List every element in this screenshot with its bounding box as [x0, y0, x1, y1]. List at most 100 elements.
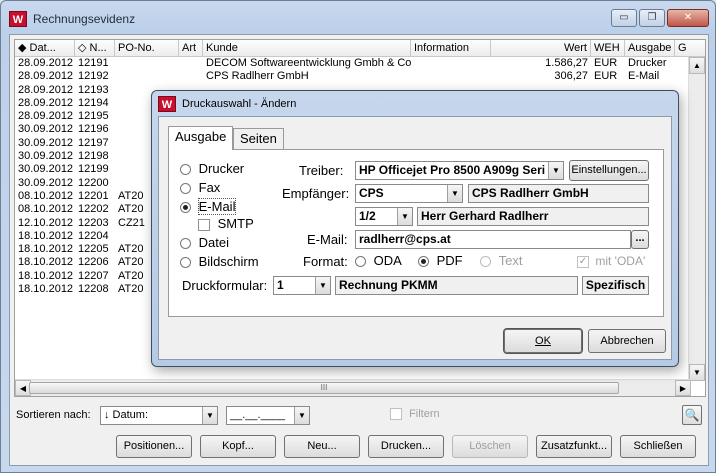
- table-row[interactable]: 28.09.2012 12192 CPS Radlherr GmbH 306,27 EU…: [15, 70, 691, 83]
- cell-kunde: DECOM Softwareentwicklung Gmbh & Co: [206, 57, 411, 69]
- cell-nr: 12195: [78, 110, 109, 123]
- filter-checkbox-group[interactable]: Filtern: [390, 408, 440, 421]
- radio-bildschirm[interactable]: Bildschirm: [180, 254, 259, 269]
- radio-email[interactable]: E-Mail: [180, 198, 237, 215]
- cell-datum: 30.09.2012: [18, 150, 74, 163]
- empfaenger-name: CPS Radlherr GmbH: [468, 184, 649, 203]
- column-header-ausgabe[interactable]: Ausgabe: [625, 40, 675, 57]
- chevron-down-icon: ▼: [397, 208, 412, 225]
- dialog-title: Druckauswahl - Ändern: [182, 98, 297, 110]
- format-text[interactable]: Text: [480, 253, 522, 268]
- column-header-art[interactable]: Art: [179, 40, 203, 57]
- cell-datum: 30.09.2012: [18, 123, 74, 136]
- filter-checkbox[interactable]: [390, 408, 402, 421]
- radio-datei-button[interactable]: [180, 238, 191, 250]
- ok-button[interactable]: OK: [503, 328, 583, 354]
- table-row[interactable]: 28.09.2012 12191 DECOM Softwareentwicklung…: [15, 57, 691, 70]
- empfaenger-code: CPS: [359, 186, 384, 200]
- smtp-checkbox-group[interactable]: SMTP: [198, 216, 254, 231]
- cell-datum: 18.10.2012: [18, 229, 74, 242]
- column-header-wert[interactable]: Wert: [491, 40, 591, 57]
- scroll-right-button[interactable]: ▶: [675, 380, 691, 396]
- horizontal-scrollbar[interactable]: ◀ III ▶: [15, 379, 691, 396]
- empfaenger-select[interactable]: CPS ▼: [355, 184, 463, 203]
- cell-po: [115, 57, 179, 70]
- column-header-datum[interactable]: ◆ Dat...: [15, 40, 75, 57]
- chevron-down-icon: ▼: [315, 277, 330, 294]
- cell-nr: 12208: [78, 283, 109, 296]
- format-pdf-radio[interactable]: [418, 256, 429, 268]
- date-filter-select[interactable]: __.__.____ ▼: [226, 406, 310, 425]
- cell-datum: 18.10.2012: [18, 269, 74, 282]
- kontakt-select[interactable]: 1/2 ▼: [355, 207, 413, 226]
- sort-select[interactable]: ↓ Datum: ▼: [100, 406, 218, 425]
- column-header-information[interactable]: Information: [411, 40, 491, 57]
- radio-fax-label: Fax: [198, 180, 221, 195]
- window-title: Rechnungsevidenz: [33, 12, 136, 26]
- mit-oda-checkbox[interactable]: ✓: [577, 255, 589, 268]
- vertical-scrollbar[interactable]: ▲ ▼: [688, 57, 705, 381]
- cell-datum: 30.09.2012: [18, 176, 74, 189]
- radio-bildschirm-button[interactable]: [180, 257, 191, 269]
- druckformular-label: Druckformular:: [182, 278, 268, 293]
- format-text-radio[interactable]: [480, 256, 491, 268]
- table-header: ◆ Dat... ◇ N... PO-No. Art Kunde Informa…: [15, 40, 705, 57]
- chevron-down-icon: ▼: [548, 162, 563, 179]
- minimize-button[interactable]: ▭: [611, 9, 637, 27]
- tab-seiten[interactable]: Seiten: [233, 128, 284, 149]
- radio-fax[interactable]: Fax: [180, 180, 220, 195]
- scroll-down-button[interactable]: ▼: [689, 364, 705, 381]
- cell-nr: 12204: [78, 229, 109, 242]
- chevron-down-icon: ▼: [294, 407, 309, 424]
- empfaenger-label: Empfänger:: [282, 186, 350, 201]
- cell-nr: 12191: [78, 57, 109, 69]
- zusatzfunkt-button[interactable]: Zusatzfunkt...: [536, 435, 612, 458]
- window-titlebar[interactable]: W Rechnungsevidenz ▭ ❐ ✕: [1, 1, 715, 35]
- sort-select-value: ↓ Datum:: [104, 409, 149, 421]
- mit-oda-label: mit 'ODA': [595, 254, 646, 268]
- cell-datum: 28.09.2012: [18, 57, 74, 69]
- drucken-button[interactable]: Drucken...: [368, 435, 444, 458]
- einstellungen-button[interactable]: Einstellungen...: [569, 160, 649, 181]
- format-oda-radio[interactable]: [355, 256, 366, 268]
- email-browse-button[interactable]: ...: [631, 230, 649, 249]
- cell-datum: 08.10.2012: [18, 189, 74, 202]
- horizontal-scroll-thumb[interactable]: III: [29, 382, 619, 394]
- radio-email-button[interactable]: [180, 202, 191, 214]
- positionen-button[interactable]: Positionen...: [116, 435, 192, 458]
- column-header-po-no[interactable]: PO-No.: [115, 40, 179, 57]
- spezifisch-button[interactable]: Spezifisch: [582, 276, 649, 295]
- date-filter-value: __.__.____: [230, 409, 286, 421]
- mit-oda-group[interactable]: ✓ mit 'ODA': [577, 254, 645, 268]
- kopf-button[interactable]: Kopf...: [200, 435, 276, 458]
- cell-nr: 12198: [78, 150, 109, 163]
- loeschen-button[interactable]: Löschen: [452, 435, 528, 458]
- cell-datum: 12.10.2012: [18, 216, 74, 229]
- treiber-select[interactable]: HP Officejet Pro 8500 A909g Seri ▼: [355, 161, 564, 180]
- cell-ausgabe: E-Mail: [628, 70, 660, 83]
- druckformular-select[interactable]: 1 ▼: [273, 276, 331, 295]
- tab-ausgabe[interactable]: Ausgabe: [168, 126, 234, 150]
- maximize-button[interactable]: ❐: [639, 9, 665, 27]
- format-oda[interactable]: ODA: [355, 253, 402, 268]
- email-field[interactable]: radlherr@cps.at: [355, 230, 631, 249]
- smtp-checkbox[interactable]: [198, 218, 210, 231]
- radio-datei[interactable]: Datei: [180, 235, 229, 250]
- radio-drucker[interactable]: Drucker: [180, 161, 244, 176]
- cell-datum: 18.10.2012: [18, 283, 74, 296]
- column-header-weh[interactable]: WEH: [591, 40, 625, 57]
- cell-nr: 12193: [78, 83, 109, 96]
- format-pdf[interactable]: PDF: [418, 253, 463, 268]
- column-header-g[interactable]: G: [675, 40, 705, 57]
- schliessen-button[interactable]: Schließen: [620, 435, 696, 458]
- abbrechen-button[interactable]: Abbrechen: [588, 329, 666, 353]
- column-header-kunde[interactable]: Kunde: [203, 40, 411, 57]
- scroll-up-button[interactable]: ▲: [689, 57, 705, 74]
- radio-drucker-button[interactable]: [180, 164, 191, 176]
- cell-datum: 18.10.2012: [18, 243, 74, 256]
- neu-button[interactable]: Neu...: [284, 435, 360, 458]
- column-header-nr[interactable]: ◇ N...: [75, 40, 115, 57]
- close-button[interactable]: ✕: [667, 9, 709, 27]
- radio-fax-button[interactable]: [180, 183, 191, 195]
- search-button[interactable]: 🔍: [682, 405, 702, 425]
